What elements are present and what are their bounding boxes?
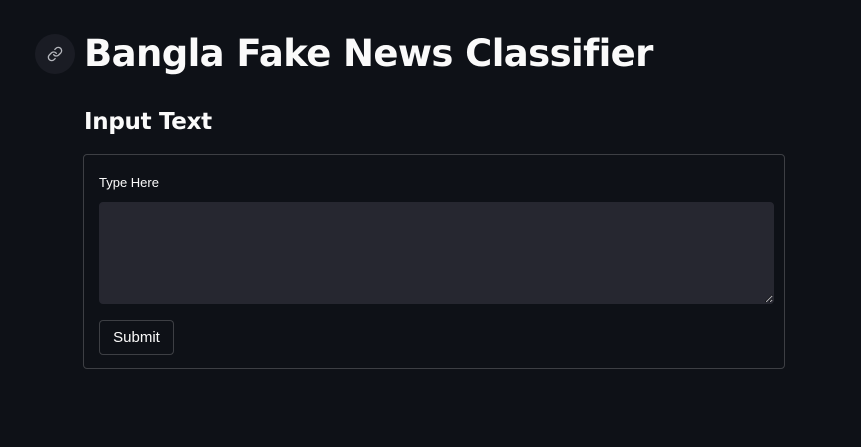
app-page: Bangla Fake News Classifier Input Text T…: [0, 0, 861, 447]
section-heading: Input Text: [84, 109, 212, 135]
input-form: Type Here Submit: [83, 154, 785, 369]
submit-button[interactable]: Submit: [99, 320, 174, 355]
news-text-input[interactable]: [99, 202, 774, 304]
page-title: Bangla Fake News Classifier: [84, 32, 653, 75]
link-icon[interactable]: [35, 34, 75, 74]
text-field-label: Type Here: [99, 175, 159, 190]
